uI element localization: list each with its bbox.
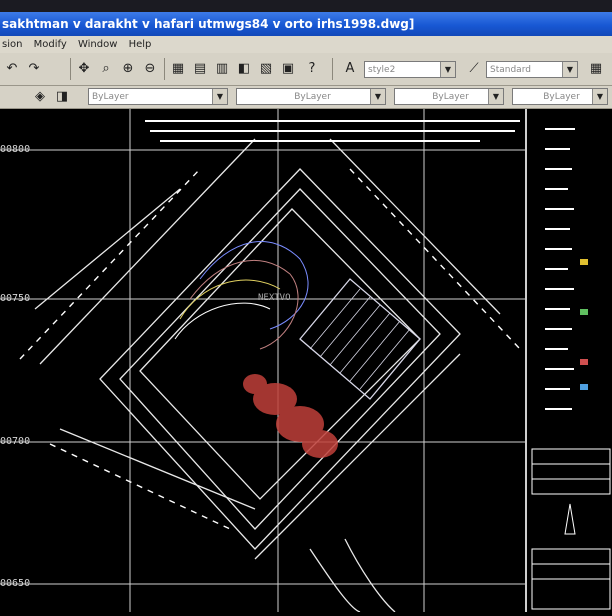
design-center-icon[interactable]: ▤ bbox=[190, 59, 210, 79]
dimension-style-icon[interactable]: ⟋ bbox=[464, 59, 484, 79]
legend-panel bbox=[531, 128, 611, 610]
chevron-down-icon[interactable]: ▼ bbox=[370, 89, 385, 104]
menu-item-help[interactable]: Help bbox=[129, 36, 152, 53]
window-title: sakhtman v darakht v hafari utmwgs84 v o… bbox=[2, 17, 415, 31]
menu-bar: sion Modify Window Help bbox=[0, 36, 612, 53]
chevron-down-icon[interactable]: ▼ bbox=[592, 89, 607, 104]
pan-icon[interactable]: ✥ bbox=[74, 59, 94, 79]
drawing-canvas[interactable]: 00800 00750 00700 00650 NEXTVO bbox=[0, 109, 612, 613]
chevron-down-icon[interactable]: ▼ bbox=[488, 89, 503, 104]
zoom-previous-icon[interactable]: ⊖ bbox=[140, 59, 160, 79]
help-icon[interactable]: ? bbox=[302, 59, 322, 79]
text-style-select[interactable]: style2 ▼ bbox=[364, 61, 456, 78]
menu-item-modify[interactable]: Modify bbox=[34, 36, 67, 53]
undo-icon[interactable]: ↶ bbox=[2, 59, 22, 79]
properties-icon[interactable]: ▦ bbox=[168, 59, 188, 79]
y-coordinate-label: 00700 bbox=[0, 436, 31, 447]
dimension-style-select[interactable]: Standard ▼ bbox=[486, 61, 578, 78]
zoom-realtime-icon[interactable]: ⌕ bbox=[96, 59, 116, 79]
calculator-icon[interactable]: ▣ bbox=[278, 59, 298, 79]
table-style-icon[interactable]: ▦ bbox=[586, 59, 606, 79]
notes-text bbox=[145, 120, 520, 142]
linetype-control-select[interactable]: ByLayer ▼ bbox=[236, 88, 386, 105]
y-coordinate-label: 00800 bbox=[0, 144, 31, 155]
title-bar: sakhtman v darakht v hafari utmwgs84 v o… bbox=[0, 12, 612, 36]
layer-manager-icon[interactable]: ◈ bbox=[30, 87, 50, 107]
color-control-select[interactable]: ByLayer ▼ bbox=[88, 88, 228, 105]
layer-previous-icon[interactable]: ◨ bbox=[52, 87, 72, 107]
chevron-down-icon[interactable]: ▼ bbox=[440, 62, 455, 77]
layers-toolbar: ◈ ◨ ByLayer ▼ ByLayer ▼ ByLayer ▼ ByLayer ▼ bbox=[0, 86, 612, 109]
grid-lines bbox=[0, 109, 527, 612]
menu-item-session[interactable]: sion bbox=[2, 36, 22, 53]
tool-palette-icon[interactable]: ▥ bbox=[212, 59, 232, 79]
menu-item-window[interactable]: Window bbox=[78, 36, 117, 53]
building-hatch bbox=[299, 278, 421, 400]
chevron-down-icon[interactable]: ▼ bbox=[212, 89, 227, 104]
lineweight-control-select[interactable]: ByLayer ▼ bbox=[394, 88, 504, 105]
site-boundary bbox=[34, 138, 501, 613]
redo-icon[interactable]: ↷ bbox=[24, 59, 44, 79]
screen-bezel bbox=[0, 0, 612, 12]
sheet-set-icon[interactable]: ◧ bbox=[234, 59, 254, 79]
watermark: NEXTVO bbox=[258, 293, 291, 303]
trees bbox=[243, 374, 338, 458]
standard-toolbar: ↶ ↷ ✥ ⌕ ⊕ ⊖ ▦ ▤ ▥ ◧ ▧ ▣ ? A style2 ▼ ⟋ St… bbox=[0, 53, 612, 86]
text-style-icon[interactable]: A bbox=[340, 59, 360, 79]
plotstyle-control-select[interactable]: ByLayer ▼ bbox=[512, 88, 608, 105]
zoom-window-icon[interactable]: ⊕ bbox=[118, 59, 138, 79]
markup-icon[interactable]: ▧ bbox=[256, 59, 276, 79]
chevron-down-icon[interactable]: ▼ bbox=[562, 62, 577, 77]
y-coordinate-label: 00750 bbox=[0, 293, 31, 304]
y-coordinate-label: 00650 bbox=[0, 578, 31, 589]
